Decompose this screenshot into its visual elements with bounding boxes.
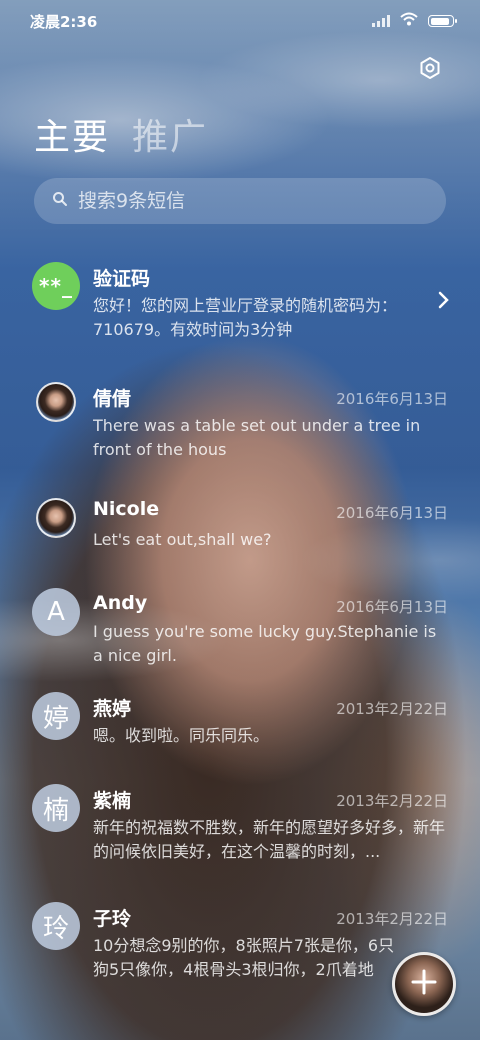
message-date: 2016年6月13日 [336,598,448,616]
message-date: 2013年2月22日 [336,910,448,928]
contact-name: 燕婷 [93,698,132,720]
avatar-text: 玲 [42,913,69,944]
message-date: 2013年2月22日 [336,700,448,718]
signal-icon [372,15,390,27]
message-preview: 10分想念9别的你，8张照片7张是你，6只狗5只像你，4根骨头3根归你，2爪着地 [93,936,395,979]
gear-icon [418,56,442,84]
avatar: A [32,588,80,636]
contact-name: Nicole [93,498,160,520]
contact-name: 倩倩 [93,388,132,410]
avatar-text: **_ [39,274,73,298]
contact-name: 验证码 [93,268,151,290]
conversation-item[interactable]: 倩倩 2016年6月13日 There was a table set out … [0,368,480,484]
verification-avatar: **_ [32,262,80,310]
avatar-text: 婷 [42,703,69,734]
message-preview: There was a table set out under a tree i… [93,416,421,459]
message-preview: Let's eat out,shall we? [93,530,272,549]
compose-button[interactable] [392,952,456,1016]
avatar-text: 楠 [42,795,69,826]
wifi-icon [400,12,418,30]
conversation-list: **_ 验证码 您好！您的网上营业厅登录的随机密码为：710679。有效时间为3… [0,250,480,1002]
avatar: 婷 [32,692,80,740]
message-preview: 您好！您的网上营业厅登录的随机密码为：710679。有效时间为3分钟 [93,296,398,339]
conversation-item[interactable]: Nicole 2016年6月13日 Let's eat out,shall we… [0,484,480,576]
tab-main[interactable]: 主要 [34,108,110,160]
chevron-right-icon [438,290,450,315]
conversation-item[interactable]: **_ 验证码 您好！您的网上营业厅登录的随机密码为：710679。有效时间为3… [0,250,480,368]
status-time: 凌晨2:36 [30,12,98,31]
message-date: 2016年6月13日 [336,390,448,408]
tab-promotions[interactable]: 推广 [132,108,208,160]
contact-name: Andy [93,592,148,614]
battery-icon [428,15,457,27]
status-icons [372,12,457,30]
settings-button[interactable] [416,56,444,84]
avatar: 楠 [32,784,80,832]
search-bar[interactable] [34,178,446,224]
message-date: 2016年6月13日 [336,504,448,522]
message-preview: 新年的祝福数不胜数，新年的愿望好多好多，新年的问候依旧美好，在这个温馨的时刻，.… [93,818,446,861]
tab-bar: 主要 推广 [34,108,208,160]
avatar [36,498,76,538]
avatar-text: A [47,597,65,627]
status-bar: 凌晨2:36 [0,0,480,42]
contact-name: 子玲 [93,908,132,930]
contact-name: 紫楠 [93,790,132,812]
message-date: 2013年2月22日 [336,792,448,810]
message-preview: 嗯。收到啦。同乐同乐。 [93,726,270,745]
plus-icon [410,968,438,1000]
avatar: 玲 [32,902,80,950]
search-input[interactable] [78,190,408,212]
battery-level [430,17,450,25]
conversation-item[interactable]: 婷 燕婷 2013年2月22日 嗯。收到啦。同乐同乐。 [0,692,480,784]
conversation-item[interactable]: A Andy 2016年6月13日 I guess you're some lu… [0,576,480,692]
conversation-item[interactable]: 楠 紫楠 2013年2月22日 新年的祝福数不胜数，新年的愿望好多好多，新年的问… [0,784,480,902]
message-preview: I guess you're some lucky guy.Stephanie … [93,622,437,665]
search-icon [52,190,68,212]
avatar [36,382,76,422]
